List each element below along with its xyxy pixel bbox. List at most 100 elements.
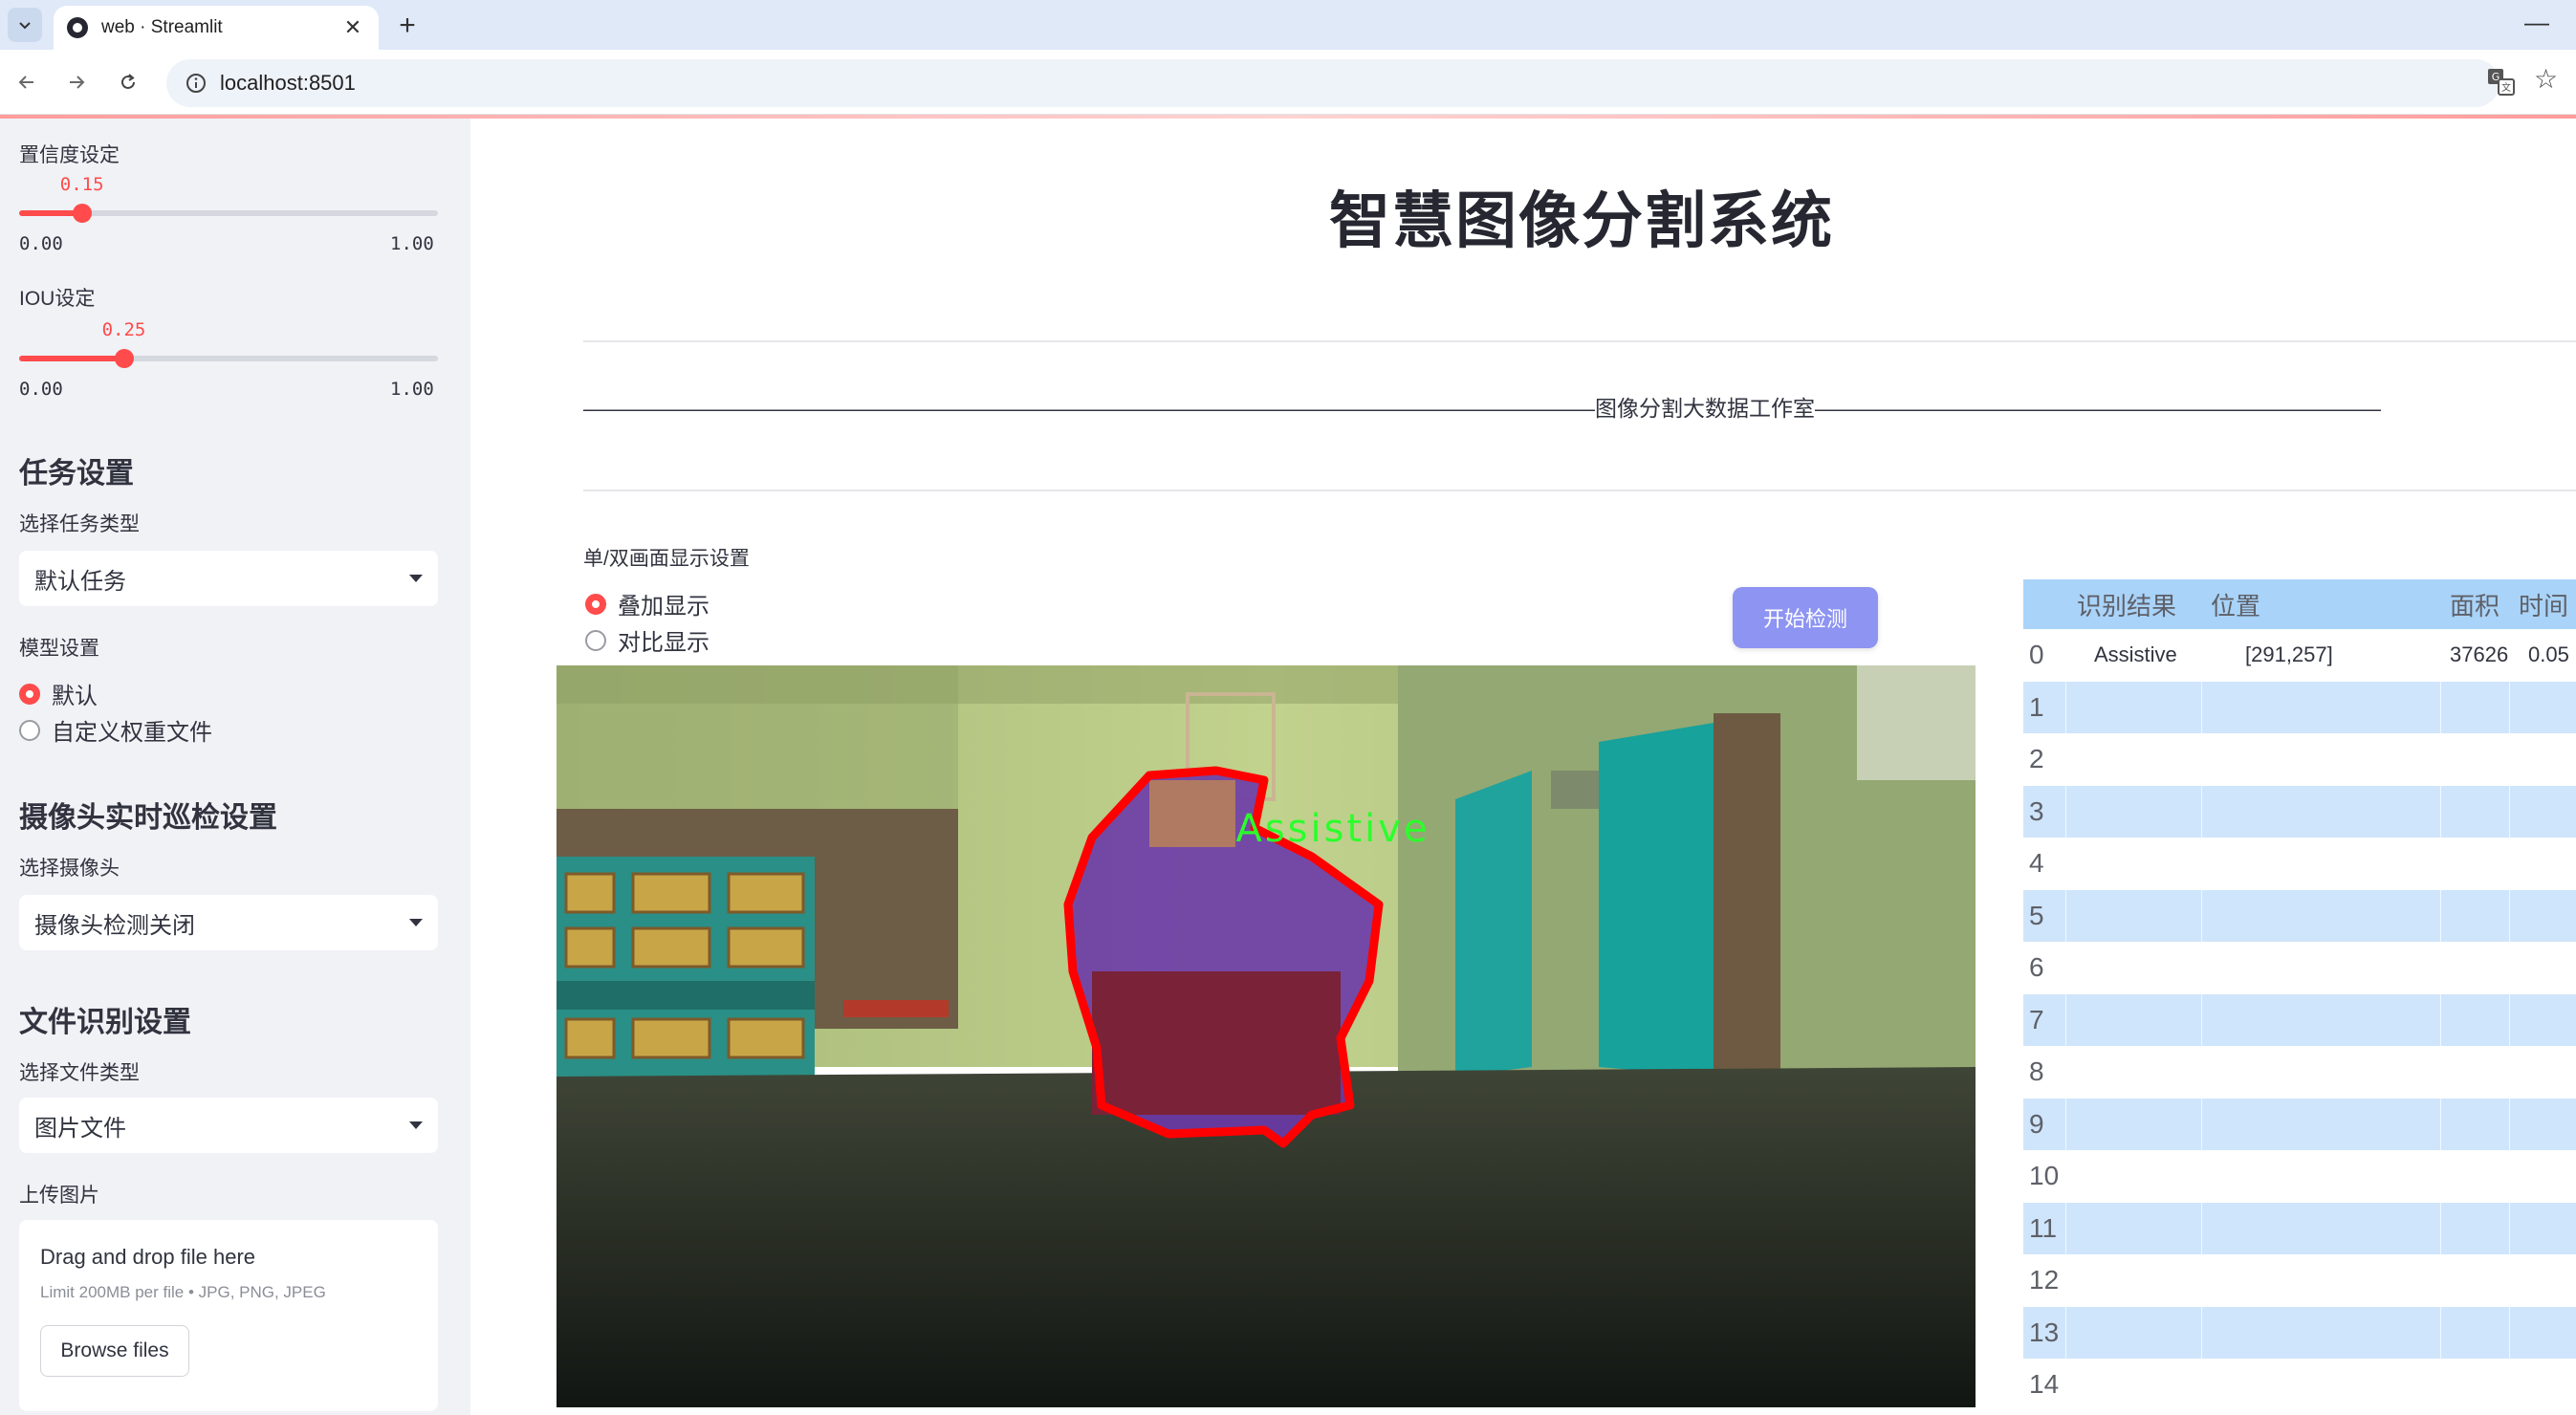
translate-icon[interactable]: G文 bbox=[2486, 67, 2517, 98]
column-separator bbox=[2509, 681, 2510, 733]
close-icon[interactable]: ✕ bbox=[340, 15, 365, 40]
caret-down-icon bbox=[409, 1121, 423, 1129]
column-header[interactable]: 位置 bbox=[2211, 579, 2260, 629]
column-separator bbox=[2201, 1202, 2202, 1254]
row-index: 12 bbox=[2029, 1265, 2060, 1295]
column-separator bbox=[2440, 1359, 2441, 1407]
confidence-slider-thumb[interactable] bbox=[72, 204, 92, 223]
forward-icon[interactable] bbox=[59, 65, 94, 99]
column-separator bbox=[2440, 1306, 2441, 1359]
display-option-overlay[interactable]: 叠加显示 bbox=[585, 587, 709, 620]
table-row[interactable]: 7 bbox=[2023, 993, 2576, 1046]
row-index: 4 bbox=[2029, 848, 2044, 879]
column-separator bbox=[2440, 1098, 2441, 1150]
bookmark-star-icon[interactable]: ☆ bbox=[2534, 63, 2558, 95]
task-type-value: 默认任务 bbox=[34, 568, 126, 595]
column-separator bbox=[2201, 942, 2202, 994]
column-separator bbox=[2509, 1046, 2510, 1099]
back-icon[interactable] bbox=[10, 65, 44, 99]
reload-icon[interactable] bbox=[111, 65, 145, 99]
table-row[interactable]: 9 bbox=[2023, 1098, 2576, 1150]
start-detection-button[interactable]: 开始检测 bbox=[1733, 587, 1878, 648]
cell-result: Assistive bbox=[2094, 642, 2177, 667]
model-option-label: 默认 bbox=[52, 684, 98, 709]
column-separator bbox=[2201, 1098, 2202, 1150]
table-row[interactable]: 1 bbox=[2023, 681, 2576, 733]
column-separator bbox=[2509, 1202, 2510, 1254]
row-index: 5 bbox=[2029, 900, 2044, 930]
column-separator bbox=[2201, 681, 2202, 733]
model-option-label: 自定义权重文件 bbox=[52, 720, 212, 746]
table-row[interactable]: 14 bbox=[2023, 1359, 2576, 1407]
iou-value: 0.25 bbox=[101, 319, 146, 340]
column-separator bbox=[2065, 733, 2066, 786]
table-row[interactable]: 2 bbox=[2023, 733, 2576, 786]
column-separator bbox=[2065, 942, 2066, 994]
radio-unchecked-icon bbox=[585, 629, 606, 651]
column-header[interactable]: 识别结果 bbox=[2077, 579, 2176, 629]
column-separator bbox=[2201, 1150, 2202, 1203]
column-header[interactable]: 面积 bbox=[2450, 579, 2500, 629]
cell-area: 37626 bbox=[2450, 642, 2509, 667]
table-row[interactable]: 5 bbox=[2023, 889, 2576, 942]
radio-unchecked-icon bbox=[19, 719, 40, 741]
column-separator bbox=[2440, 1202, 2441, 1254]
tab-search-dropdown[interactable] bbox=[8, 8, 42, 42]
row-index: 14 bbox=[2029, 1369, 2060, 1400]
minimize-icon[interactable]: — bbox=[2524, 8, 2549, 37]
model-option-default[interactable]: 默认 bbox=[19, 677, 98, 710]
task-type-select[interactable]: 默认任务 bbox=[19, 551, 438, 606]
table-row[interactable]: 0 Assistive [291,257] 37626 0.05 bbox=[2023, 629, 2576, 682]
column-header[interactable]: 时间 bbox=[2519, 579, 2568, 629]
table-row[interactable]: 13 bbox=[2023, 1306, 2576, 1359]
uploader-title: Drag and drop file here bbox=[40, 1245, 256, 1269]
cell-position: [291,257] bbox=[2245, 642, 2333, 667]
confidence-slider[interactable] bbox=[19, 204, 438, 223]
new-tab-button[interactable]: + bbox=[390, 10, 425, 44]
task-type-label: 选择任务类型 bbox=[19, 513, 140, 535]
camera-select[interactable]: 摄像头检测关闭 bbox=[19, 895, 438, 950]
detection-label: Assistive bbox=[1235, 807, 1430, 851]
column-separator bbox=[2065, 629, 2066, 682]
file-type-select[interactable]: 图片文件 bbox=[19, 1098, 438, 1153]
row-index: 7 bbox=[2029, 1004, 2044, 1034]
column-separator bbox=[2509, 1359, 2510, 1407]
divider bbox=[583, 340, 2576, 342]
column-separator bbox=[2201, 1306, 2202, 1359]
site-info-icon[interactable] bbox=[186, 73, 207, 94]
column-separator bbox=[2440, 1046, 2441, 1099]
display-option-compare[interactable]: 对比显示 bbox=[585, 623, 709, 657]
table-row[interactable]: 6 bbox=[2023, 942, 2576, 994]
iou-slider[interactable] bbox=[19, 349, 438, 368]
model-option-custom[interactable]: 自定义权重文件 bbox=[19, 713, 212, 747]
row-index: 0 bbox=[2029, 640, 2044, 670]
table-row[interactable]: 11 bbox=[2023, 1202, 2576, 1254]
confidence-min: 0.00 bbox=[19, 233, 63, 254]
browser-tab[interactable]: web · Streamlit ✕ bbox=[54, 6, 379, 50]
subtitle-banner: ————————————————————————————————————————… bbox=[583, 396, 2381, 421]
column-separator bbox=[2201, 785, 2202, 838]
svg-text:文: 文 bbox=[2501, 81, 2511, 94]
iou-slider-thumb[interactable] bbox=[114, 349, 134, 368]
table-header-row: 识别结果 位置 面积 时间 bbox=[2023, 579, 2576, 629]
column-separator bbox=[2201, 889, 2202, 942]
file-uploader-dropzone[interactable]: Drag and drop file here Limit 200MB per … bbox=[19, 1220, 438, 1411]
column-separator bbox=[2065, 1254, 2066, 1307]
address-bar[interactable]: localhost:8501 bbox=[166, 59, 2500, 107]
table-row[interactable]: 10 bbox=[2023, 1150, 2576, 1203]
column-separator bbox=[2201, 733, 2202, 786]
column-separator bbox=[2509, 942, 2510, 994]
column-separator bbox=[2440, 1254, 2441, 1307]
table-row[interactable]: 4 bbox=[2023, 838, 2576, 890]
table-row[interactable]: 3 bbox=[2023, 785, 2576, 838]
column-separator bbox=[2201, 1359, 2202, 1407]
row-index: 6 bbox=[2029, 952, 2044, 983]
column-separator bbox=[2509, 1254, 2510, 1307]
table-row[interactable]: 8 bbox=[2023, 1046, 2576, 1099]
browser-toolbar: localhost:8501 G文 ☆ bbox=[0, 50, 2576, 115]
streamlit-favicon-icon bbox=[67, 17, 88, 38]
caret-down-icon bbox=[409, 575, 423, 582]
column-separator bbox=[2065, 1046, 2066, 1099]
table-row[interactable]: 12 bbox=[2023, 1254, 2576, 1307]
browse-files-button[interactable]: Browse files bbox=[40, 1325, 189, 1377]
